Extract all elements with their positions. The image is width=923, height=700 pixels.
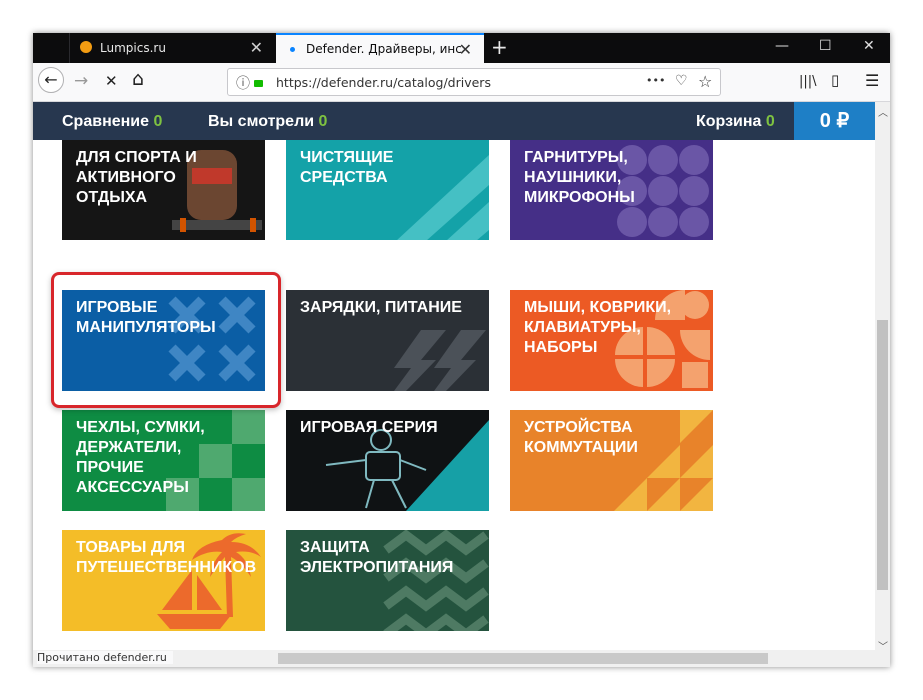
viewed-link[interactable]: Вы смотрели 0 (208, 113, 327, 131)
url-text[interactable]: https://defender.ru/catalog/drivers (276, 75, 491, 90)
status-bar: Прочитано defender.ru (33, 650, 890, 667)
navigation-toolbar: ← → ✕ ⌂ ⓘ https://defender.ru/catalog/dr… (33, 63, 890, 102)
category-label: УСТРОЙСТВА КОММУТАЦИИ (524, 419, 638, 456)
category-tile-gaming-series[interactable]: ИГРОВАЯ СЕРИЯ (286, 410, 489, 511)
compare-count: 0 (153, 113, 163, 130)
tab-close-icon[interactable]: ✕ (459, 40, 472, 59)
category-tile-chargers[interactable]: ЗАРЯДКИ, ПИТАНИЕ (286, 290, 489, 391)
library-icon[interactable]: |||\ (799, 74, 817, 89)
category-label: ТОВАРЫ ДЛЯ ПУТЕШЕСТВЕННИКОВ (76, 539, 257, 576)
status-text: Прочитано defender.ru (37, 651, 173, 664)
cart-total-button[interactable]: 0 ₽ (794, 102, 875, 140)
highlight-frame (51, 272, 281, 408)
tab-defender[interactable]: Defender. Драйверы, инструкц ✕ (276, 33, 484, 63)
lumpics-favicon-icon (80, 41, 92, 53)
scrollbar-thumb[interactable] (877, 320, 888, 590)
viewed-count: 0 (318, 113, 328, 130)
horizontal-scrollbar-thumb[interactable] (278, 653, 768, 664)
category-label: ЗАЩИТА ЭЛЕКТРОПИТАНИЯ (300, 539, 454, 576)
address-bar[interactable]: ⓘ https://defender.ru/catalog/drivers ••… (227, 68, 721, 96)
category-tile-mice-keyboards[interactable]: МЫШИ, КОВРИКИ, КЛАВИАТУРЫ, НАБОРЫ (510, 290, 713, 391)
minimize-button[interactable]: — (775, 38, 789, 54)
category-label: ДЛЯ СПОРТА И АКТИВНОГО ОТДЫХА (76, 149, 197, 206)
category-label: МЫШИ, КОВРИКИ, КЛАВИАТУРЫ, НАБОРЫ (524, 299, 672, 356)
category-tile-cases-accessories[interactable]: ЧЕХЛЫ, СУМКИ, ДЕРЖАТЕЛИ, ПРОЧИЕ АКСЕССУА… (62, 410, 265, 511)
category-label: ИГРОВЫЕ МАНИПУЛЯТОРЫ (76, 299, 216, 336)
lock-icon[interactable] (254, 80, 263, 87)
loading-dot-icon (290, 47, 295, 52)
category-tile-headsets[interactable]: ГАРНИТУРЫ, НАУШНИКИ, МИКРОФОНЫ (510, 140, 713, 240)
viewed-label: Вы смотрели (208, 113, 315, 130)
pocket-icon[interactable]: ♡ (675, 73, 688, 89)
vertical-scrollbar[interactable]: ︿ ﹀ (875, 102, 890, 656)
compare-label: Сравнение (62, 113, 150, 130)
back-button[interactable]: ← (38, 67, 64, 93)
new-tab-button[interactable]: + (491, 35, 508, 59)
compare-link[interactable]: Сравнение 0 (62, 113, 162, 131)
sidebar-icon[interactable]: ▯ (831, 71, 839, 89)
cart-link[interactable]: Корзина 0 (696, 113, 775, 131)
category-tile-power-protection[interactable]: ЗАЩИТА ЭЛЕКТРОПИТАНИЯ (286, 530, 489, 631)
category-tile-travel[interactable]: ТОВАРЫ ДЛЯ ПУТЕШЕСТВЕННИКОВ (62, 530, 265, 631)
category-label: ЗАРЯДКИ, ПИТАНИЕ (300, 299, 462, 316)
tab-lumpics[interactable]: Lumpics.ru ✕ (69, 33, 275, 63)
cart-count: 0 (765, 113, 775, 130)
info-icon[interactable]: ⓘ (236, 73, 250, 93)
tab-close-icon[interactable]: ✕ (250, 38, 263, 57)
scroll-up-arrow-icon[interactable]: ︿ (878, 104, 888, 119)
category-label: ЧЕХЛЫ, СУМКИ, ДЕРЖАТЕЛИ, ПРОЧИЕ АКСЕССУА… (76, 419, 205, 496)
category-tile-cleaning[interactable]: ЧИСТЯЩИЕ СРЕДСТВА (286, 140, 489, 240)
menu-icon[interactable]: ☰ (865, 71, 879, 90)
category-label: ЧИСТЯЩИЕ СРЕДСТВА (300, 149, 394, 186)
window-close-button[interactable]: ✕ (863, 38, 875, 54)
tab-title: Defender. Драйверы, инструкц (306, 42, 461, 56)
home-button[interactable]: ⌂ (132, 68, 144, 90)
maximize-button[interactable]: ☐ (819, 38, 832, 54)
stop-button[interactable]: ✕ (105, 72, 118, 90)
tab-title: Lumpics.ru (100, 41, 166, 55)
site-header: Сравнение 0 Вы смотрели 0 Корзина 0 0 ₽ (33, 102, 875, 140)
category-tile-sport[interactable]: ДЛЯ СПОРТА И АКТИВНОГО ОТДЫХА (62, 140, 265, 240)
catalog-grid: ДЛЯ СПОРТА И АКТИВНОГО ОТДЫХА ЧИСТЯЩИЕ С… (33, 140, 875, 656)
bookmark-star-icon[interactable]: ☆ (698, 72, 712, 91)
tab-bar: Lumpics.ru ✕ Defender. Драйверы, инструк… (33, 33, 890, 63)
category-tile-switching-devices[interactable]: УСТРОЙСТВА КОММУТАЦИИ (510, 410, 713, 511)
forward-button[interactable]: → (74, 71, 88, 91)
browser-window: Lumpics.ru ✕ Defender. Драйверы, инструк… (33, 33, 890, 667)
category-label: ГАРНИТУРЫ, НАУШНИКИ, МИКРОФОНЫ (524, 149, 635, 206)
page-actions-icon[interactable]: ••• (646, 74, 665, 87)
category-label: ИГРОВАЯ СЕРИЯ (300, 419, 438, 436)
cart-label: Корзина (696, 113, 762, 130)
